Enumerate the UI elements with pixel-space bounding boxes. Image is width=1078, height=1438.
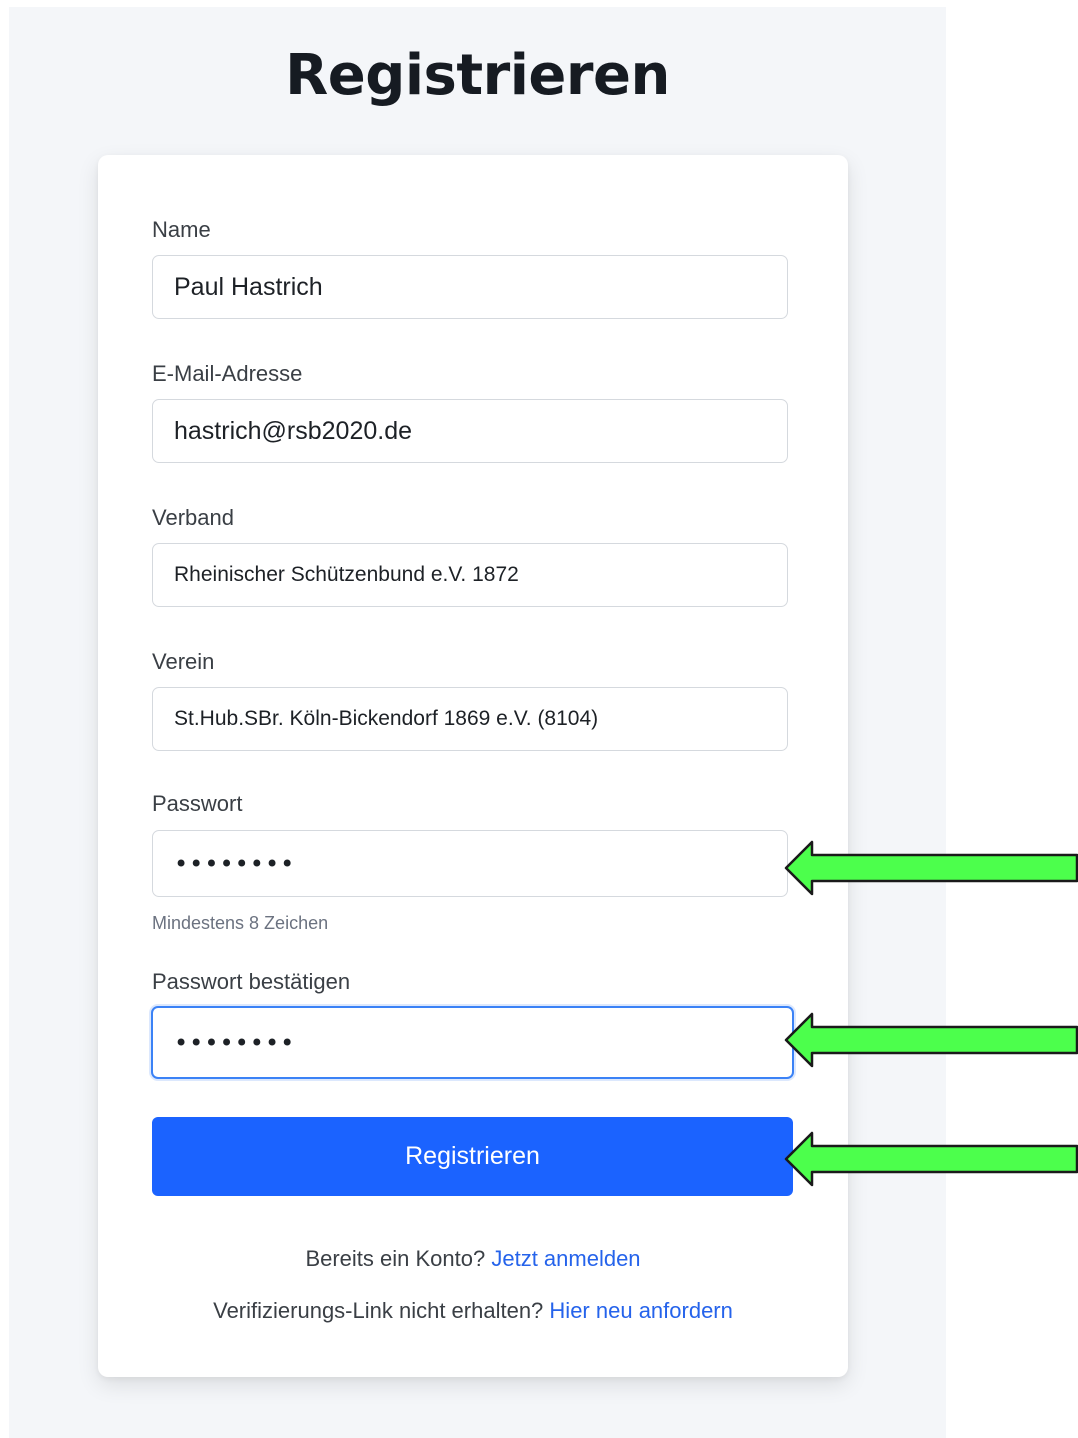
password-hint: Mindestens 8 Zeichen: [152, 913, 329, 933]
verify-prompt-line: Verifizierungs-Link nicht erhalten? Hier…: [98, 1298, 848, 1324]
password-confirm-label: Passwort bestätigen: [152, 969, 351, 994]
name-input[interactable]: Paul Hastrich: [152, 255, 788, 319]
verband-label: Verband: [152, 505, 234, 530]
green-arrow-icon: [784, 1012, 1078, 1068]
name-input-value: Paul Hastrich: [174, 272, 323, 301]
page-title: Registrieren: [285, 43, 670, 108]
password-confirm-input-value: ••••••••: [174, 1028, 296, 1057]
email-label: E-Mail-Adresse: [152, 361, 303, 386]
verify-resend-link[interactable]: Hier neu anfordern: [549, 1298, 732, 1323]
password-input-value: ••••••••: [174, 849, 296, 878]
email-input-value: hastrich@rsb2020.de: [174, 416, 413, 445]
register-card: Name Paul Hastrich E-Mail-Adresse hastri…: [98, 155, 848, 1377]
password-confirm-input[interactable]: ••••••••: [151, 1006, 794, 1079]
name-label: Name: [152, 217, 211, 242]
verband-select[interactable]: Rheinischer Schützenbund e.V. 1872: [152, 543, 788, 607]
page-background: Registrieren Name Paul Hastrich E-Mail-A…: [9, 7, 946, 1438]
register-button[interactable]: Registrieren: [152, 1117, 793, 1196]
verein-label: Verein: [152, 649, 215, 674]
login-prompt-text: Bereits ein Konto?: [305, 1246, 486, 1271]
login-prompt-line: Bereits ein Konto? Jetzt anmelden: [98, 1246, 848, 1272]
password-label: Passwort: [152, 791, 243, 816]
password-input[interactable]: ••••••••: [152, 830, 788, 897]
green-arrow-icon: [784, 840, 1078, 896]
verein-select[interactable]: St.Hub.SBr. Köln-Bickendorf 1869 e.V. (8…: [152, 687, 788, 751]
email-input[interactable]: hastrich@rsb2020.de: [152, 399, 788, 463]
green-arrow-icon: [784, 1131, 1078, 1187]
verein-select-value: St.Hub.SBr. Köln-Bickendorf 1869 e.V. (8…: [174, 707, 599, 730]
login-link[interactable]: Jetzt anmelden: [491, 1246, 640, 1271]
verify-prompt-text: Verifizierungs-Link nicht erhalten?: [213, 1298, 544, 1323]
verband-select-value: Rheinischer Schützenbund e.V. 1872: [174, 563, 519, 586]
